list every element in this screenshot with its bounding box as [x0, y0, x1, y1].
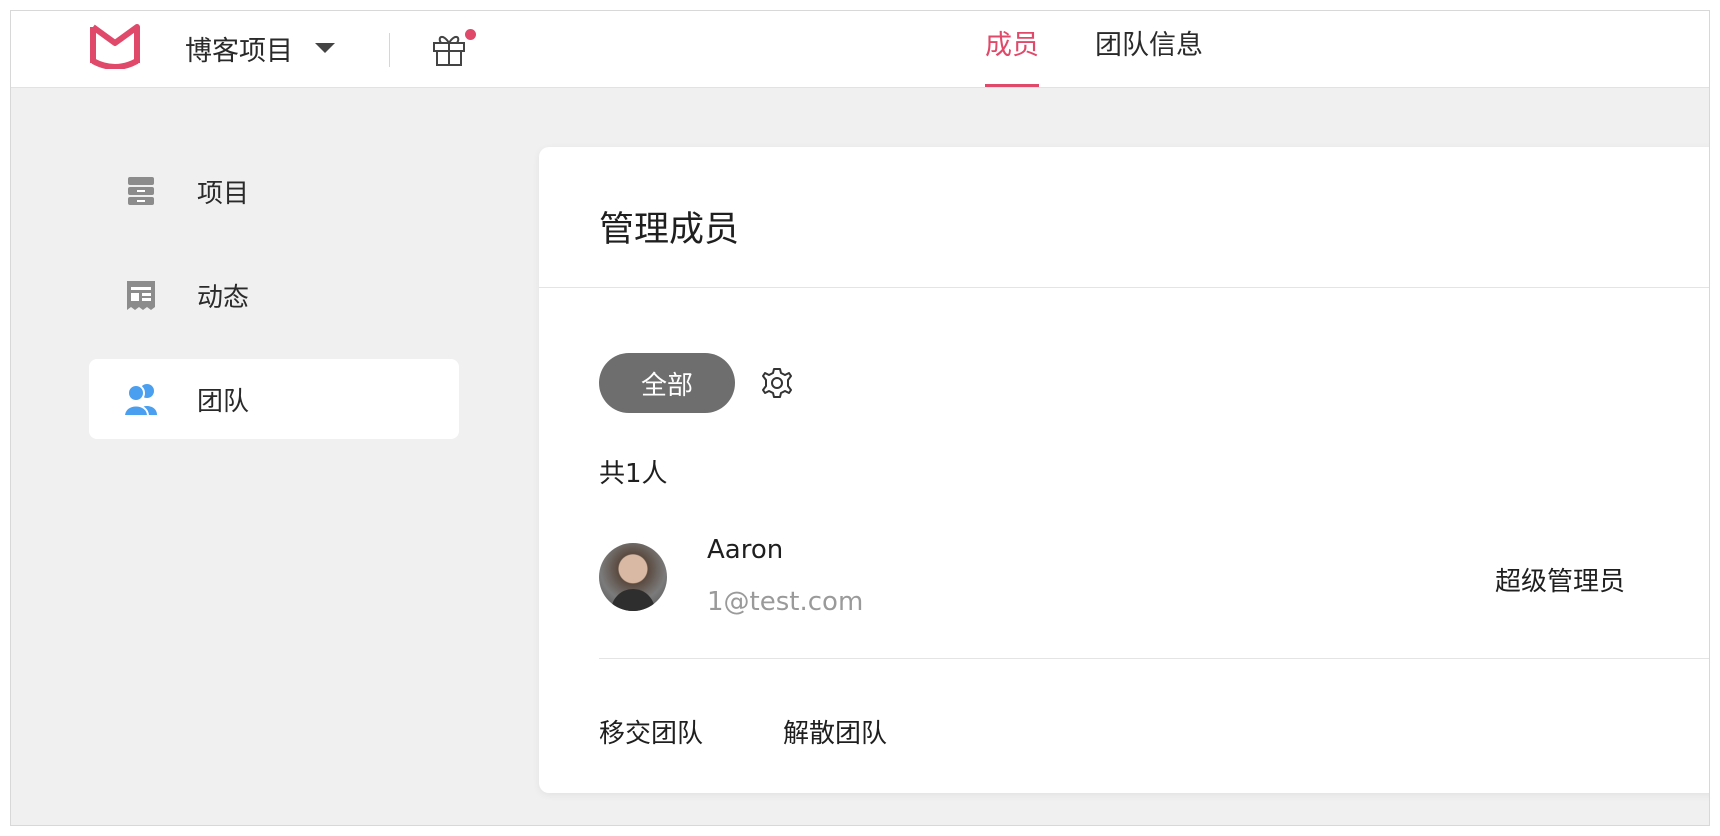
divider [389, 33, 390, 67]
app-window: 博客项目 成员 团队信息 项目 动态 团队 管理成员 全部 共1人 Aaron … [10, 10, 1710, 826]
sidebar-item-team[interactable]: 团队 [89, 359, 459, 439]
divider [539, 287, 1709, 288]
sidebar-item-label: 团队 [197, 386, 250, 417]
transfer-team-link[interactable]: 移交团队 [599, 713, 703, 750]
sidebar-item-label: 动态 [197, 282, 250, 313]
app-logo[interactable] [87, 21, 143, 69]
sidebar-item-activity[interactable]: 动态 [89, 255, 459, 335]
gear-icon[interactable] [759, 365, 795, 401]
dissolve-team-link[interactable]: 解散团队 [783, 713, 887, 750]
filter-all-button[interactable]: 全部 [599, 353, 735, 413]
chevron-down-icon [315, 43, 335, 53]
member-count: 共1人 [599, 459, 668, 489]
project-selector[interactable]: 博客项目 [185, 31, 335, 67]
sidebar: 项目 动态 团队 [89, 151, 459, 463]
page-title: 管理成员 [599, 210, 740, 250]
avatar [599, 543, 667, 611]
newspaper-icon [123, 277, 159, 313]
member-role[interactable]: 超级管理员 [1495, 561, 1625, 598]
member-row[interactable]: Aaron 1@test.com 超级管理员 [599, 535, 1709, 635]
sidebar-item-label: 项目 [197, 178, 250, 209]
notification-dot [465, 29, 476, 40]
member-name: Aaron [707, 535, 784, 565]
tab-team-info[interactable]: 团队信息 [1095, 11, 1203, 87]
archive-icon [123, 173, 159, 209]
header-tabs: 成员 团队信息 [985, 11, 1259, 87]
users-icon [123, 381, 159, 417]
gift-icon[interactable] [429, 29, 469, 69]
divider [599, 658, 1709, 659]
top-bar: 博客项目 成员 团队信息 [11, 11, 1709, 88]
team-actions: 移交团队 解散团队 [599, 713, 967, 750]
members-panel: 管理成员 全部 共1人 Aaron 1@test.com 超级管理员 移交团队 … [539, 147, 1709, 793]
sidebar-item-projects[interactable]: 项目 [89, 151, 459, 231]
project-name: 博客项目 [185, 35, 293, 67]
member-email: 1@test.com [707, 587, 864, 617]
tab-members[interactable]: 成员 [985, 11, 1039, 87]
